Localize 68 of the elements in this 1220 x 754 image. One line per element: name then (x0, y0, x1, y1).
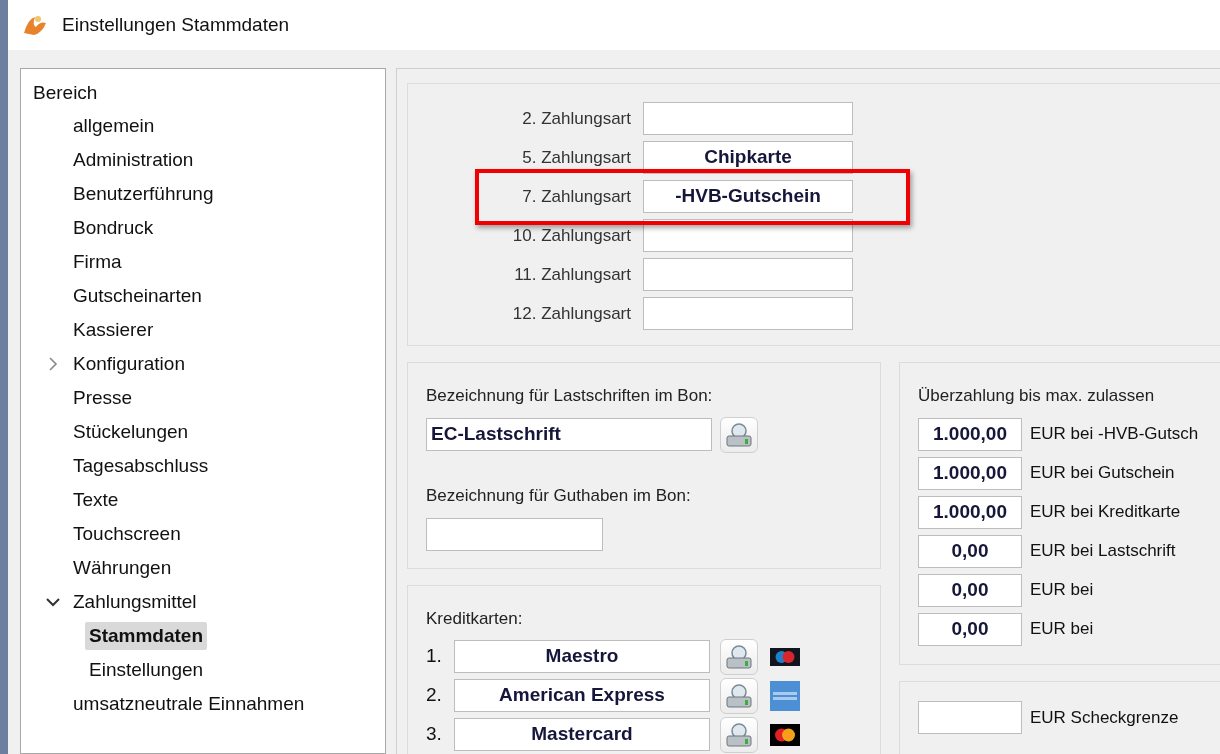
tree-item[interactable]: Administration (69, 145, 198, 175)
field-label: EUR bei -HVB-Gutsch (1030, 423, 1199, 446)
app-icon (22, 13, 48, 37)
print-button[interactable] (720, 716, 758, 753)
field-label: 12. Zahlungsart (511, 302, 631, 325)
field-label: Bezeichnung für Guthaben im Bon: (426, 484, 692, 507)
card-number: 2. (426, 683, 443, 708)
text-field[interactable]: EC-Lastschrift (426, 418, 712, 452)
amount-field[interactable] (918, 701, 1022, 735)
payment-type-field[interactable] (643, 102, 853, 135)
field-label: 5. Zahlungsart (521, 146, 631, 169)
field-label: EUR bei Gutschein (1030, 462, 1175, 485)
card-name-field[interactable]: Mastercard (454, 718, 710, 751)
payment-type-field[interactable]: -HVB-Gutschein (643, 180, 853, 213)
print-button[interactable] (720, 677, 758, 714)
payment-type-field[interactable] (643, 258, 853, 291)
card-number: 1. (426, 644, 443, 669)
tree-item[interactable]: Gutscheinarten (69, 281, 206, 311)
tree-item[interactable]: Benutzerführung (69, 179, 218, 209)
tree-header: Bereich (33, 81, 99, 105)
amount-field[interactable]: 1.000,00 (918, 456, 1022, 490)
card-logo-icon (770, 647, 800, 666)
printer-icon (725, 721, 753, 748)
print-button[interactable] (720, 638, 758, 675)
field-label: EUR bei Lastschrift (1030, 540, 1176, 563)
field-label: EUR bei (1030, 579, 1094, 602)
tree-item[interactable]: Texte (69, 485, 123, 515)
tree-item[interactable]: umsatzneutrale Einnahmen (69, 689, 309, 719)
card-name-field[interactable]: American Express (454, 679, 710, 712)
group-title: Überzahlung bis max. zulassen (918, 385, 1156, 408)
tree-item[interactable]: Touchscreen (69, 519, 185, 549)
printer-icon (725, 643, 753, 670)
field-label: 7. Zahlungsart (521, 185, 631, 208)
tree-item[interactable]: allgemein (69, 111, 159, 141)
field-label: 10. Zahlungsart (511, 224, 631, 247)
tree-item[interactable]: Bondruck (69, 213, 158, 243)
tree-item[interactable]: Einstellungen (85, 655, 208, 685)
field-label: 2. Zahlungsart (521, 107, 631, 130)
amount-field[interactable]: 0,00 (918, 573, 1022, 607)
tree-item[interactable]: Kassierer (69, 315, 158, 345)
tree-item[interactable]: Konfiguration (69, 349, 189, 379)
field-label: EUR bei (1030, 618, 1094, 641)
text-field[interactable] (426, 518, 603, 552)
amount-field[interactable]: 1.000,00 (918, 495, 1022, 529)
field-label: Kreditkarten: (426, 607, 524, 630)
tree-item[interactable]: Presse (69, 383, 137, 413)
tree-item[interactable]: Tagesabschluss (69, 451, 213, 481)
tree-item[interactable]: Zahlungsmittel (69, 587, 201, 617)
amount-field[interactable]: 1.000,00 (918, 417, 1022, 451)
card-name-field[interactable]: Maestro (454, 640, 710, 673)
tree-item[interactable]: Stammdaten (85, 621, 208, 651)
print-button[interactable] (720, 416, 758, 453)
field-label: Bezeichnung für Lastschriften im Bon: (426, 385, 714, 408)
card-logo-icon (770, 723, 800, 746)
amount-field[interactable]: 0,00 (918, 612, 1022, 646)
window-title: Einstellungen Stammdaten (62, 12, 290, 37)
printer-icon (725, 421, 753, 448)
field-label: 11. Zahlungsart (513, 263, 631, 286)
printer-icon (725, 682, 753, 709)
payment-type-field[interactable] (643, 297, 853, 330)
field-label: EUR Scheckgrenze (1030, 706, 1179, 729)
tree-item[interactable]: Währungen (69, 553, 176, 583)
card-logo-icon (770, 680, 800, 711)
amount-field[interactable]: 0,00 (918, 534, 1022, 568)
tree-item[interactable]: Stückelungen (69, 417, 193, 447)
card-number: 3. (426, 722, 443, 747)
field-label: EUR bei Kreditkarte (1030, 501, 1181, 524)
tree-item[interactable]: Firma (69, 247, 126, 277)
